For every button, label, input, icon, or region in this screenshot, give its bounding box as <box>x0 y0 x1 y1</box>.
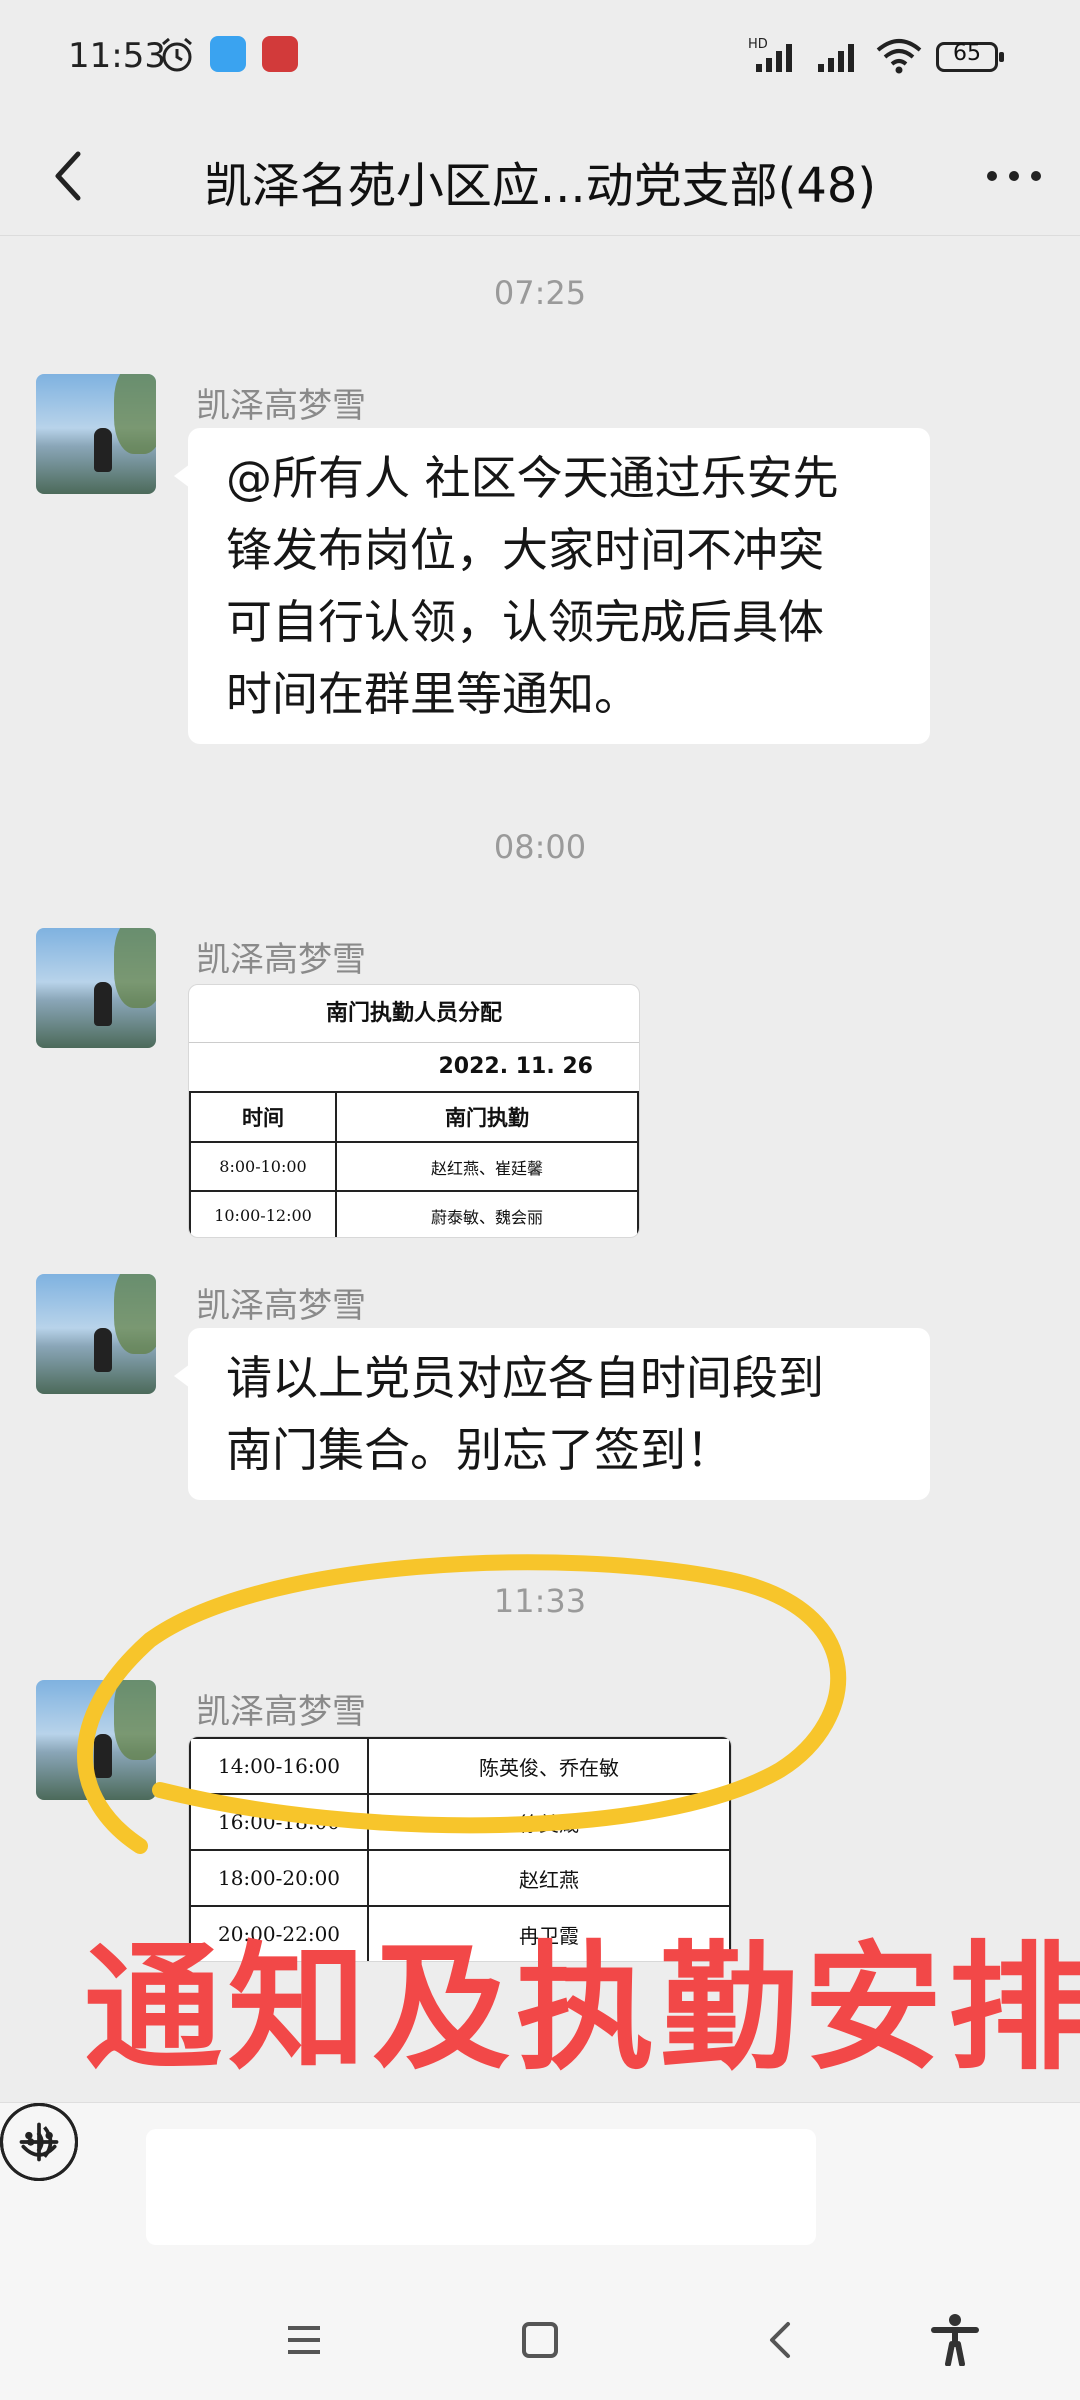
table-cell: 16:00-18:00 <box>189 1793 369 1851</box>
system-nav-bar <box>0 2272 1080 2400</box>
duty-table: 时间 南门执勤 8:00-10:00 赵红燕、崔廷馨 10:00-12:00 蔚… <box>189 1091 639 1237</box>
message-line: @所有人 社区今天通过乐安先 <box>226 451 839 505</box>
table-header: 南门执勤 <box>335 1091 639 1143</box>
chevron-left-icon[interactable] <box>40 144 100 208</box>
table-row: 10:00-12:00 蔚泰敏、魏会丽 <box>189 1190 639 1237</box>
table-date: 2022. 11. 26 <box>438 1054 594 1079</box>
signal-icon <box>818 44 854 72</box>
table-cell: 陈英俊、乔在敏 <box>367 1737 731 1795</box>
table-cell: 赵红燕、崔廷馨 <box>335 1141 639 1192</box>
table-caption: 南门执勤人员分配 <box>189 985 639 1043</box>
sender-name: 凯泽高梦雪 <box>196 940 366 980</box>
table-cell: 8:00-10:00 <box>189 1141 337 1192</box>
table-cell: 10:00-12:00 <box>189 1190 337 1237</box>
table-cell: 14:00-16:00 <box>189 1737 369 1795</box>
image-message[interactable]: 南门执勤人员分配 2022. 11. 26 时间 南门执勤 8:00-10:00… <box>188 984 640 1238</box>
table-cell: 蔚泰敏、魏会丽 <box>335 1190 639 1237</box>
signal-icon: HD <box>748 37 792 72</box>
table-cell: 徐美箴 <box>367 1793 731 1851</box>
battery-icon: 65 <box>936 41 1004 72</box>
table-row: 8:00-10:00 赵红燕、崔廷馨 <box>189 1141 639 1192</box>
table-row: 14:00-16:00 陈英俊、乔在敏 <box>189 1737 731 1795</box>
app-notification-icon <box>262 36 298 72</box>
avatar[interactable] <box>36 1274 156 1394</box>
ellipsis-icon[interactable] <box>982 146 1046 206</box>
message-line: 可自行认领，认领完成后具体 <box>226 595 824 649</box>
message-timestamp: 08:00 <box>493 828 587 866</box>
battery-level: 65 <box>953 41 981 66</box>
message-input[interactable] <box>146 2129 816 2245</box>
avatar[interactable] <box>36 1680 156 1800</box>
chat-title: 凯泽名苑小区应...动党支部(48) <box>203 158 877 214</box>
table-row: 时间 南门执勤 <box>189 1091 639 1143</box>
message-line: 锋发布岗位，大家时间不冲突 <box>226 523 824 577</box>
status-bar: 11:53 HD 65 <box>0 0 1080 116</box>
table-header: 时间 <box>189 1091 337 1143</box>
overlay-caption: 通知及执勤安排 <box>84 1928 1080 2089</box>
message-line: 时间在群里等通知。 <box>226 667 640 721</box>
svg-text:HD: HD <box>748 37 768 52</box>
home-icon[interactable] <box>516 2316 564 2364</box>
avatar[interactable] <box>36 374 156 494</box>
message-bubble[interactable]: @所有人 社区今天通过乐安先 锋发布岗位，大家时间不冲突 可自行认领，认领完成后… <box>174 428 930 744</box>
app-notification-icon <box>210 36 246 72</box>
sender-name: 凯泽高梦雪 <box>196 1286 366 1326</box>
table-row: 16:00-18:00 徐美箴 <box>189 1793 731 1851</box>
message-line: 请以上党员对应各自时间段到 <box>226 1351 824 1405</box>
message-line: 南门集合。别忘了签到！ <box>226 1423 732 1477</box>
message-timestamp: 07:25 <box>493 274 587 312</box>
sender-name: 凯泽高梦雪 <box>196 1692 366 1732</box>
plus-icon[interactable] <box>0 2103 78 2181</box>
accessibility-icon[interactable] <box>928 2312 982 2366</box>
message-bubble[interactable]: 请以上党员对应各自时间段到 南门集合。别忘了签到！ <box>174 1328 930 1500</box>
sender-name: 凯泽高梦雪 <box>196 386 366 426</box>
status-time: 11:53 <box>68 36 166 76</box>
input-bar <box>0 2102 1080 2272</box>
chat-header: 凯泽名苑小区应...动党支部(48) <box>0 116 1080 236</box>
message-timestamp: 11:33 <box>493 1582 587 1620</box>
back-icon[interactable] <box>758 2316 806 2364</box>
avatar[interactable] <box>36 928 156 1048</box>
alarm-icon <box>162 37 192 72</box>
wifi-icon <box>876 39 922 74</box>
menu-icon[interactable] <box>280 2316 328 2364</box>
